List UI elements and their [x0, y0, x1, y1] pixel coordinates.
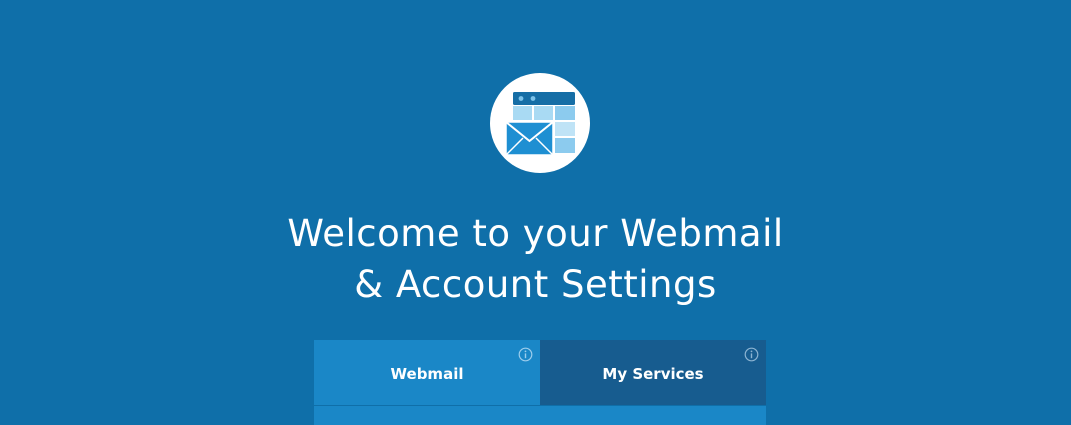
tab-content-area	[314, 406, 766, 425]
page-title-line-1: Welcome to your Webmail	[287, 212, 784, 255]
tab-my-services[interactable]: My Services	[540, 340, 766, 405]
tab-my-services-label: My Services	[602, 365, 704, 383]
page-title-line-2: & Account Settings	[354, 263, 717, 306]
webmail-logo	[490, 73, 590, 173]
tab-webmail[interactable]: Webmail	[314, 340, 540, 405]
tab-webmail-label: Webmail	[390, 365, 464, 383]
info-icon[interactable]	[518, 347, 533, 362]
login-tab-panel: Webmail My Services	[314, 340, 766, 425]
page-title: Welcome to your Webmail & Account Settin…	[0, 208, 1071, 310]
info-icon[interactable]	[744, 347, 759, 362]
webmail-envelope-icon	[505, 92, 575, 156]
